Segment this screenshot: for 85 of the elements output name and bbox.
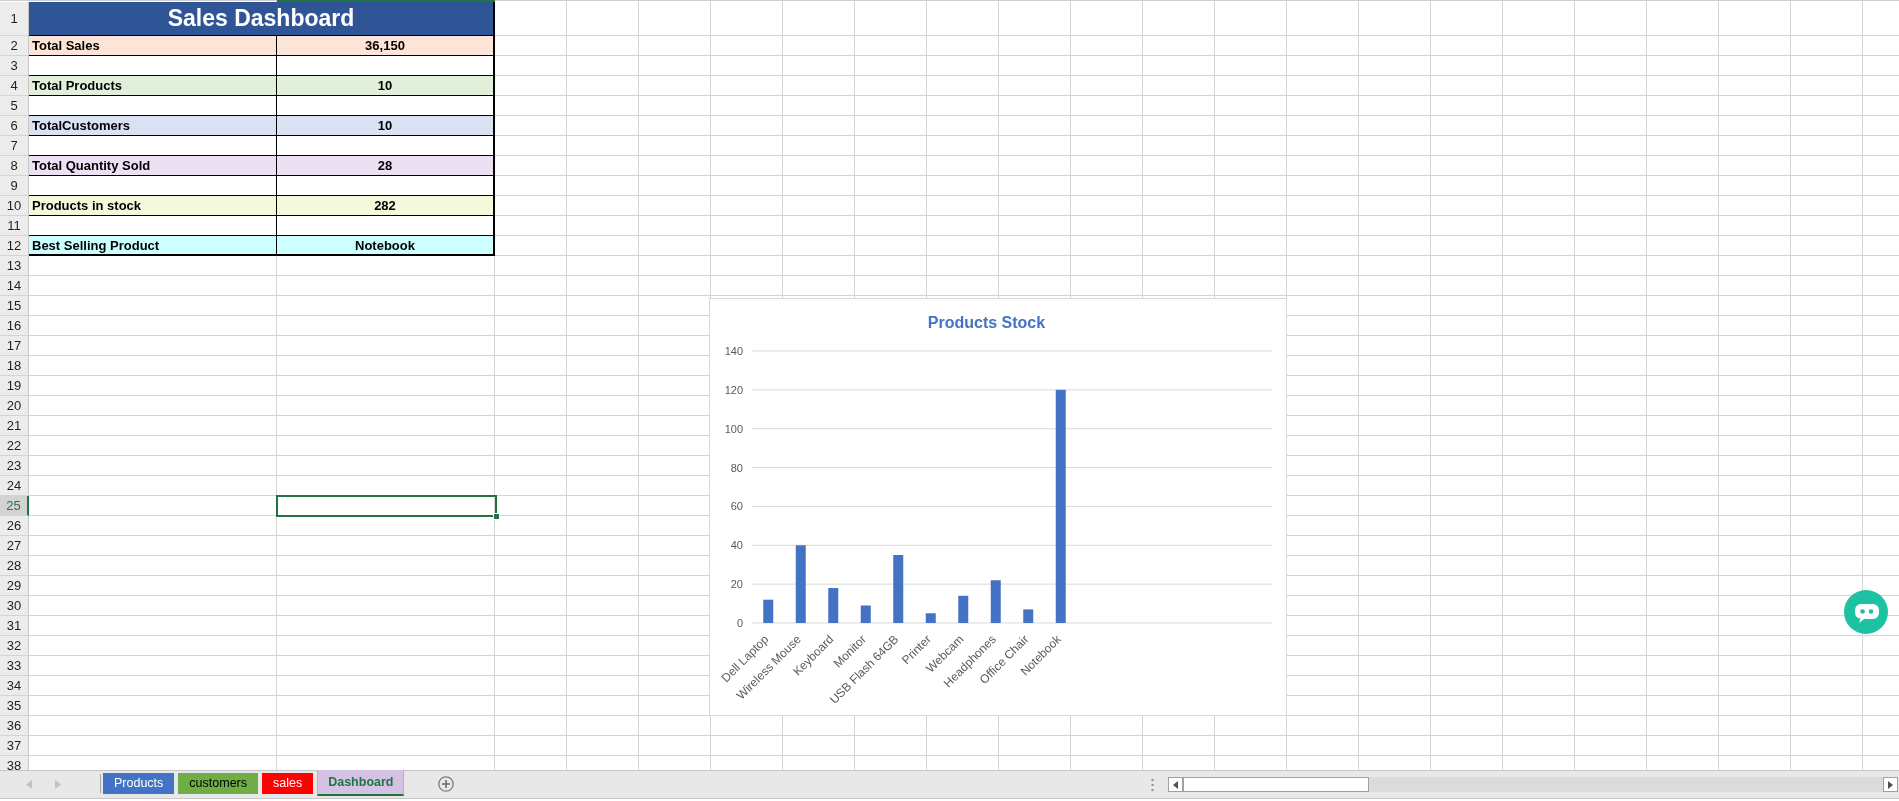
bar: [958, 595, 969, 623]
row-number[interactable]: 21: [0, 416, 29, 436]
sheet-tab[interactable]: Dashboard: [317, 770, 405, 796]
row-number[interactable]: 35: [0, 696, 29, 716]
row-number[interactable]: 1: [0, 2, 29, 36]
splitter-handle-icon[interactable]: [1151, 779, 1154, 791]
row-number[interactable]: 31: [0, 616, 29, 636]
bar: [925, 613, 936, 623]
row-number[interactable]: 19: [0, 376, 29, 396]
sheet-tab[interactable]: customers: [178, 773, 258, 794]
axis-label: 20: [730, 578, 743, 591]
horizontal-scrollbar[interactable]: [1168, 777, 1898, 792]
metric-label: Total Sales: [29, 36, 277, 56]
scrollbar-thumb[interactable]: [1183, 777, 1369, 792]
row-number[interactable]: 16: [0, 316, 29, 336]
metric-value: 282: [277, 196, 495, 216]
dashboard-title: Sales Dashboard: [29, 2, 495, 36]
bar: [828, 588, 839, 623]
row-number[interactable]: 13: [0, 256, 29, 276]
left-arrow-icon: [1173, 780, 1178, 789]
row-number[interactable]: 17: [0, 336, 29, 356]
row-number[interactable]: 3: [0, 56, 29, 76]
bar: [1023, 609, 1034, 623]
row-number[interactable]: 22: [0, 436, 29, 456]
row-number[interactable]: 5: [0, 96, 29, 116]
sheet-tab[interactable]: sales: [262, 773, 314, 794]
metric-label: TotalCustomers: [29, 116, 277, 136]
row-number[interactable]: 38: [0, 756, 29, 770]
row-number[interactable]: 7: [0, 136, 29, 156]
sheet-tab[interactable]: Products: [103, 773, 175, 794]
row-number[interactable]: 32: [0, 636, 29, 656]
row-number[interactable]: 14: [0, 276, 29, 296]
row-number[interactable]: 36: [0, 716, 29, 736]
row-number[interactable]: 11: [0, 216, 29, 236]
metric-label: Products in stock: [29, 196, 277, 216]
row-number[interactable]: 8: [0, 156, 29, 176]
metric-value: 10: [277, 76, 495, 96]
metric-label: Total Products: [29, 76, 277, 96]
row-number[interactable]: 27: [0, 536, 29, 556]
chart-title: Products Stock: [927, 314, 1046, 331]
row-number[interactable]: 10: [0, 196, 29, 216]
add-icon[interactable]: [438, 776, 455, 792]
bar: [860, 605, 871, 623]
right-arrow-icon: [1888, 780, 1893, 789]
row-number[interactable]: 23: [0, 456, 29, 476]
axis-label: 120: [724, 383, 743, 396]
row-number[interactable]: 20: [0, 396, 29, 416]
axis-label: 60: [730, 500, 743, 513]
bar: [990, 580, 1001, 623]
metric-value: 28: [277, 156, 495, 176]
scroll-right-button[interactable]: [1883, 777, 1898, 792]
row-number[interactable]: 2: [0, 36, 29, 56]
axis-label: 100: [724, 422, 743, 435]
fill-handle-icon[interactable]: [493, 513, 500, 520]
bar: [763, 599, 774, 623]
row-number[interactable]: 12: [0, 236, 29, 256]
metric-value: Notebook: [277, 236, 495, 256]
left-arrow-icon[interactable]: [26, 780, 32, 789]
row-number[interactable]: 26: [0, 516, 29, 536]
row-number[interactable]: 34: [0, 676, 29, 696]
bar: [893, 555, 904, 623]
row-number[interactable]: 6: [0, 116, 29, 136]
row-number[interactable]: 30: [0, 596, 29, 616]
row-number[interactable]: 9: [0, 176, 29, 196]
axis-label: 40: [730, 539, 743, 552]
metric-value: 10: [277, 116, 495, 136]
row-number[interactable]: 4: [0, 76, 29, 96]
row-number[interactable]: 37: [0, 736, 29, 756]
row-number[interactable]: 15: [0, 296, 29, 316]
metric-label: Best Selling Product: [29, 236, 277, 256]
row-number[interactable]: 18: [0, 356, 29, 376]
selected-cell[interactable]: [276, 495, 497, 517]
row-number[interactable]: 29: [0, 576, 29, 596]
metric-label: Total Quantity Sold: [29, 156, 277, 176]
row-number[interactable]: 24: [0, 476, 29, 496]
axis-label: 140: [724, 345, 743, 357]
row-number[interactable]: 28: [0, 556, 29, 576]
metric-value: 36,150: [277, 36, 495, 56]
scroll-left-button[interactable]: [1168, 777, 1183, 792]
axis-label: 0: [736, 617, 743, 629]
chat-icon[interactable]: [1844, 590, 1888, 634]
right-arrow-icon[interactable]: [55, 780, 61, 789]
row-number[interactable]: 25: [0, 496, 29, 516]
axis-label: 80: [730, 461, 743, 474]
row-number[interactable]: 33: [0, 656, 29, 676]
